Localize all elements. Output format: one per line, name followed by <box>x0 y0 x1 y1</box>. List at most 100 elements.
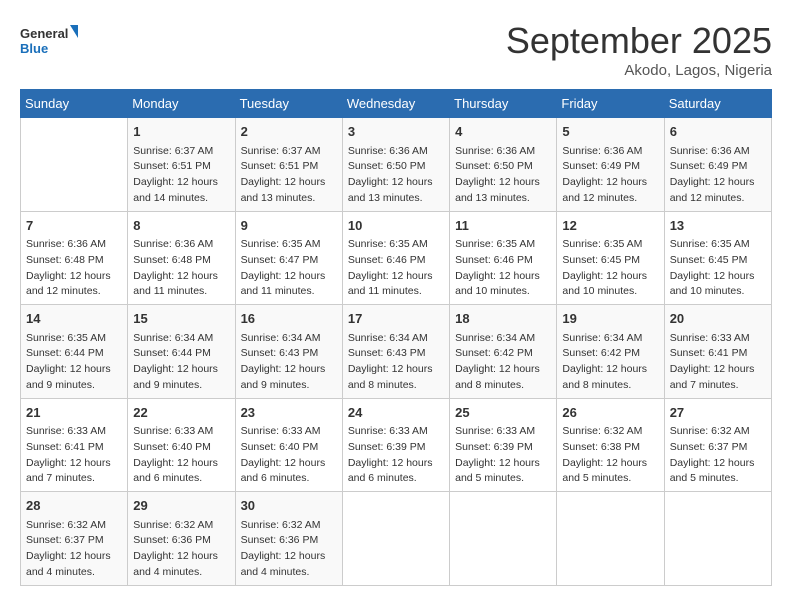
day-info-line: Sunset: 6:48 PM <box>26 253 122 269</box>
day-number: 30 <box>241 496 337 516</box>
day-info-line: Sunrise: 6:37 AM <box>241 144 337 160</box>
calendar-cell: 7Sunrise: 6:36 AMSunset: 6:48 PMDaylight… <box>21 211 128 305</box>
calendar-cell: 22Sunrise: 6:33 AMSunset: 6:40 PMDayligh… <box>128 398 235 492</box>
day-info-line: Sunset: 6:48 PM <box>133 253 229 269</box>
day-info-line: and 13 minutes. <box>455 191 551 207</box>
day-info-line: Daylight: 12 hours <box>26 362 122 378</box>
day-number: 20 <box>670 309 766 329</box>
day-info-line: Sunset: 6:51 PM <box>241 159 337 175</box>
calendar-cell: 9Sunrise: 6:35 AMSunset: 6:47 PMDaylight… <box>235 211 342 305</box>
day-info-line: Sunrise: 6:36 AM <box>455 144 551 160</box>
day-info-line: Sunrise: 6:33 AM <box>670 331 766 347</box>
svg-text:Blue: Blue <box>20 41 48 56</box>
calendar-row: 14Sunrise: 6:35 AMSunset: 6:44 PMDayligh… <box>21 305 772 399</box>
day-info-line: and 7 minutes. <box>670 378 766 394</box>
day-number: 28 <box>26 496 122 516</box>
day-info-line: and 11 minutes. <box>348 284 444 300</box>
day-number: 10 <box>348 216 444 236</box>
day-number: 15 <box>133 309 229 329</box>
day-info-line: Daylight: 12 hours <box>455 175 551 191</box>
col-thursday: Thursday <box>450 90 557 118</box>
day-number: 18 <box>455 309 551 329</box>
day-info-line: Sunset: 6:42 PM <box>562 346 658 362</box>
day-info-line: and 5 minutes. <box>455 471 551 487</box>
day-info-line: and 6 minutes. <box>133 471 229 487</box>
day-info-line: Sunrise: 6:34 AM <box>455 331 551 347</box>
calendar-cell: 12Sunrise: 6:35 AMSunset: 6:45 PMDayligh… <box>557 211 664 305</box>
calendar-cell: 1Sunrise: 6:37 AMSunset: 6:51 PMDaylight… <box>128 118 235 212</box>
day-info-line: Sunrise: 6:34 AM <box>562 331 658 347</box>
day-info-line: Sunset: 6:40 PM <box>241 440 337 456</box>
calendar-cell <box>557 492 664 586</box>
day-info-line: Daylight: 12 hours <box>562 175 658 191</box>
day-info-line: Daylight: 12 hours <box>348 456 444 472</box>
calendar-cell: 16Sunrise: 6:34 AMSunset: 6:43 PMDayligh… <box>235 305 342 399</box>
day-info-line: Sunset: 6:47 PM <box>241 253 337 269</box>
day-info-line: and 14 minutes. <box>133 191 229 207</box>
calendar-cell: 3Sunrise: 6:36 AMSunset: 6:50 PMDaylight… <box>342 118 449 212</box>
day-info-line: Sunset: 6:40 PM <box>133 440 229 456</box>
day-info-line: Sunrise: 6:33 AM <box>133 424 229 440</box>
day-info-line: and 6 minutes. <box>348 471 444 487</box>
day-info-line: Daylight: 12 hours <box>241 175 337 191</box>
calendar-cell: 2Sunrise: 6:37 AMSunset: 6:51 PMDaylight… <box>235 118 342 212</box>
day-info-line: and 13 minutes. <box>348 191 444 207</box>
day-info-line: Daylight: 12 hours <box>26 456 122 472</box>
day-info-line: and 11 minutes. <box>241 284 337 300</box>
col-friday: Friday <box>557 90 664 118</box>
day-info-line: Daylight: 12 hours <box>133 362 229 378</box>
logo-svg: General Blue <box>20 20 80 60</box>
day-number: 13 <box>670 216 766 236</box>
day-info-line: Sunrise: 6:33 AM <box>348 424 444 440</box>
day-info-line: Daylight: 12 hours <box>562 456 658 472</box>
col-wednesday: Wednesday <box>342 90 449 118</box>
day-number: 17 <box>348 309 444 329</box>
day-info-line: Daylight: 12 hours <box>670 175 766 191</box>
day-info-line: Sunset: 6:46 PM <box>455 253 551 269</box>
calendar-cell: 25Sunrise: 6:33 AMSunset: 6:39 PMDayligh… <box>450 398 557 492</box>
day-number: 9 <box>241 216 337 236</box>
day-number: 16 <box>241 309 337 329</box>
calendar-cell: 13Sunrise: 6:35 AMSunset: 6:45 PMDayligh… <box>664 211 771 305</box>
day-info-line: Sunrise: 6:32 AM <box>241 518 337 534</box>
calendar-cell <box>450 492 557 586</box>
day-info-line: Sunset: 6:36 PM <box>241 533 337 549</box>
day-number: 7 <box>26 216 122 236</box>
logo: General Blue <box>20 20 80 60</box>
day-info-line: Daylight: 12 hours <box>26 549 122 565</box>
day-number: 5 <box>562 122 658 142</box>
calendar-cell: 10Sunrise: 6:35 AMSunset: 6:46 PMDayligh… <box>342 211 449 305</box>
calendar-cell <box>664 492 771 586</box>
calendar-cell: 21Sunrise: 6:33 AMSunset: 6:41 PMDayligh… <box>21 398 128 492</box>
calendar-cell: 5Sunrise: 6:36 AMSunset: 6:49 PMDaylight… <box>557 118 664 212</box>
day-info-line: and 9 minutes. <box>241 378 337 394</box>
day-info-line: Sunrise: 6:35 AM <box>26 331 122 347</box>
day-info-line: and 5 minutes. <box>670 471 766 487</box>
calendar-cell <box>21 118 128 212</box>
day-info-line: Sunset: 6:37 PM <box>26 533 122 549</box>
day-info-line: Daylight: 12 hours <box>241 456 337 472</box>
day-number: 23 <box>241 403 337 423</box>
month-title: September 2025 <box>506 20 772 62</box>
day-info-line: Sunrise: 6:32 AM <box>133 518 229 534</box>
calendar-cell: 18Sunrise: 6:34 AMSunset: 6:42 PMDayligh… <box>450 305 557 399</box>
day-info-line: Sunset: 6:49 PM <box>562 159 658 175</box>
day-info-line: Sunset: 6:51 PM <box>133 159 229 175</box>
col-saturday: Saturday <box>664 90 771 118</box>
day-info-line: Sunrise: 6:34 AM <box>241 331 337 347</box>
day-number: 21 <box>26 403 122 423</box>
title-block: September 2025 Akodo, Lagos, Nigeria <box>506 20 772 79</box>
day-info-line: Daylight: 12 hours <box>241 549 337 565</box>
day-info-line: Sunset: 6:44 PM <box>26 346 122 362</box>
day-info-line: and 8 minutes. <box>562 378 658 394</box>
calendar-cell: 6Sunrise: 6:36 AMSunset: 6:49 PMDaylight… <box>664 118 771 212</box>
day-info-line: Daylight: 12 hours <box>562 362 658 378</box>
svg-text:General: General <box>20 26 68 41</box>
calendar-cell: 30 Sunrise: 6:32 AMSunset: 6:36 PMDayligh… <box>235 492 342 586</box>
calendar-cell: 27Sunrise: 6:32 AMSunset: 6:37 PMDayligh… <box>664 398 771 492</box>
calendar-cell: 29Sunrise: 6:32 AMSunset: 6:36 PMDayligh… <box>128 492 235 586</box>
day-info-line: Daylight: 12 hours <box>348 269 444 285</box>
day-info-line: and 12 minutes. <box>562 191 658 207</box>
day-info-line: Sunset: 6:46 PM <box>348 253 444 269</box>
day-info-line: and 7 minutes. <box>26 471 122 487</box>
